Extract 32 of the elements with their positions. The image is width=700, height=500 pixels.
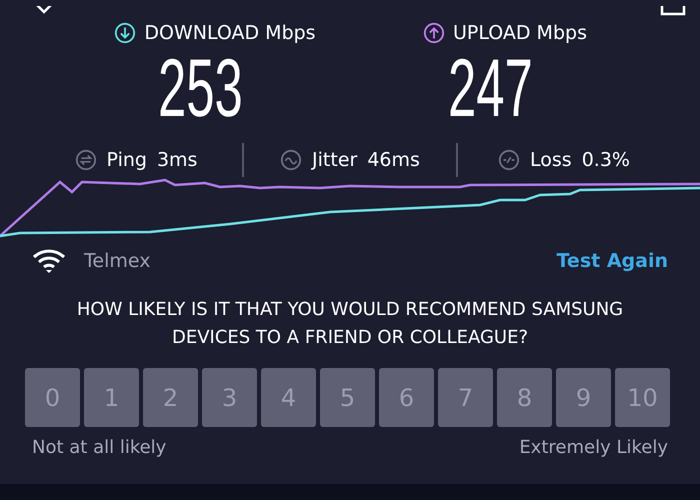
rating-button[interactable]: 0 bbox=[25, 368, 80, 427]
rating-button[interactable]: 9 bbox=[556, 368, 611, 427]
rating-button[interactable]: 4 bbox=[261, 368, 316, 427]
low-label: Not at all likely bbox=[32, 437, 166, 458]
upload-speed: 247 bbox=[448, 48, 532, 130]
download-label: DOWNLOAD Mbps bbox=[114, 22, 316, 44]
metric-value: 3ms bbox=[156, 149, 198, 171]
rating-button[interactable]: 10 bbox=[615, 368, 670, 427]
wave-icon bbox=[280, 149, 302, 171]
metric-label: Jitter bbox=[312, 149, 358, 171]
rating-button[interactable]: 5 bbox=[320, 368, 375, 427]
rating-button[interactable]: 7 bbox=[438, 368, 493, 427]
loss-icon bbox=[498, 149, 520, 171]
download-speed: 253 bbox=[158, 48, 242, 130]
metric-label: Ping bbox=[106, 149, 147, 171]
network-name: Telmex bbox=[84, 250, 150, 272]
metric-value: 0.3% bbox=[582, 149, 630, 171]
arrows-icon bbox=[74, 149, 97, 171]
upload-icon bbox=[423, 22, 445, 44]
rating-button[interactable]: 8 bbox=[497, 368, 552, 427]
metric-value: 46ms bbox=[367, 149, 420, 171]
survey-question: HOW LIKELY IS IT THAT YOU WOULD RECOMMEND SAMSUNG DEVICES TO A FRIEND OR COLLEAGUE? bbox=[76, 298, 624, 350]
wifi-icon bbox=[32, 248, 66, 274]
rating-button[interactable]: 2 bbox=[143, 368, 198, 427]
rating-button[interactable]: 3 bbox=[202, 368, 257, 427]
high-label: Extremely Likely bbox=[519, 437, 668, 458]
rating-button[interactable]: 6 bbox=[379, 368, 434, 427]
upload-label: UPLOAD Mbps bbox=[423, 22, 587, 44]
metric-label: Loss bbox=[530, 149, 572, 171]
download-icon bbox=[114, 22, 136, 44]
rating-button[interactable]: 1 bbox=[84, 368, 139, 427]
test-again-link[interactable]: Test Again bbox=[556, 250, 668, 272]
